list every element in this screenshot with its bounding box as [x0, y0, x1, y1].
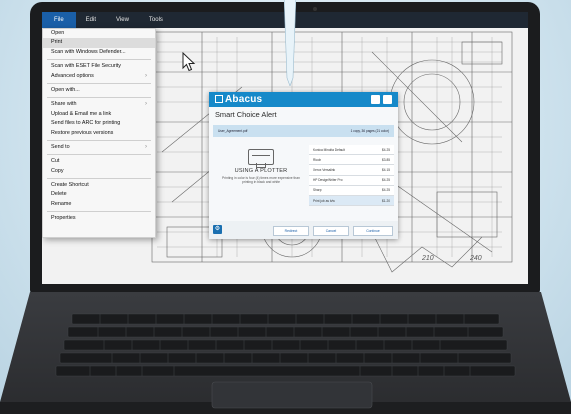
callout-pointer — [284, 0, 296, 86]
printer-option[interactable]: Sharp $4.25 — [309, 185, 394, 196]
menu-item-copy[interactable]: Copy — [43, 167, 155, 176]
menu-separator — [47, 178, 151, 180]
menu-tab-edit[interactable]: Edit — [76, 12, 106, 28]
menu-separator — [47, 97, 151, 99]
menu-item-scan-defender[interactable]: Scan with Windows Defender... — [43, 48, 155, 57]
menu-item-share-with[interactable]: Share with › — [43, 100, 155, 109]
menu-item-label: Share with — [51, 101, 77, 108]
abacus-logo: Abacus — [215, 94, 262, 105]
plotter-tip-panel: USING A PLOTTER Printing in color is fou… — [213, 145, 309, 203]
job-filename: User_Agreement.pdf — [218, 129, 248, 133]
continue-button[interactable]: Continue — [353, 226, 393, 236]
menu-item-open[interactable]: Open — [43, 29, 155, 38]
menu-item-send-to[interactable]: Send to › — [43, 143, 155, 152]
menu-item-properties[interactable]: Properties — [43, 214, 155, 223]
printer-option-price: $4.25 — [382, 178, 390, 183]
printer-option-price: $3.85 — [382, 157, 390, 162]
menu-item-upload-email[interactable]: Upload & Email me a link — [43, 110, 155, 119]
mouse-cursor-icon — [182, 52, 196, 72]
printer-options-list: Konica Minolta Default $4.25 Ricoh $3.85 X… — [309, 145, 394, 207]
dialog-footer: ⚙ Redirect Cancel Continue — [209, 221, 398, 239]
menu-item-open-with[interactable]: Open with... — [43, 86, 155, 95]
file-menu: Open Print Scan with Windows Defender...… — [42, 28, 156, 238]
printer-option[interactable]: HP DesignWriter Pro $4.25 — [309, 175, 394, 186]
chevron-right-icon: › — [145, 101, 147, 108]
menu-item-cut[interactable]: Cut — [43, 157, 155, 166]
menu-separator — [47, 154, 151, 156]
menu-tab-file[interactable]: File — [42, 12, 76, 28]
menu-item-scan-eset[interactable]: Scan with ESET File Security — [43, 62, 155, 71]
menu-separator — [47, 139, 151, 141]
svg-text:240: 240 — [469, 255, 482, 262]
menu-item-delete[interactable]: Delete — [43, 190, 155, 199]
settings-icon[interactable] — [383, 95, 392, 104]
menu-separator — [47, 59, 151, 61]
printer-option-price: $4.25 — [382, 147, 390, 152]
menu-tab-tools[interactable]: Tools — [139, 12, 173, 28]
menu-item-create-shortcut[interactable]: Create Shortcut — [43, 181, 155, 190]
abacus-logo-icon — [215, 95, 223, 103]
menu-tab-view[interactable]: View — [106, 12, 139, 28]
menu-item-advanced-options[interactable]: Advanced options › — [43, 72, 155, 81]
plotter-description: Printing in color is four (4) times more… — [222, 176, 300, 185]
job-info: 1 copy, 36 pages (21 color) — [350, 129, 389, 133]
brand-name: Abacus — [225, 94, 263, 105]
printer-option-label: Sharp — [313, 188, 322, 193]
dialog-header: Abacus — [209, 92, 398, 107]
laptop-keyboard-base — [0, 292, 571, 414]
dialog-body: USING A PLOTTER Printing in color is fou… — [213, 145, 394, 207]
redirect-button[interactable]: Redirect — [273, 226, 309, 236]
menu-separator — [47, 82, 151, 84]
printer-option-label: HP DesignWriter Pro — [313, 178, 343, 183]
printer-option-label: Ricoh — [313, 157, 322, 162]
folder-icon[interactable] — [371, 95, 380, 104]
printer-option-price: $4.25 — [382, 188, 390, 193]
menu-item-rename[interactable]: Rename — [43, 200, 155, 209]
plotter-icon — [248, 149, 274, 168]
printer-option[interactable]: Xerox Versalink $4.15 — [309, 165, 394, 176]
printer-option[interactable]: Konica Minolta Default $4.25 — [309, 145, 394, 156]
printer-option-label: Print job as b/w — [313, 198, 335, 203]
plotter-heading: USING A PLOTTER — [234, 168, 288, 174]
menu-item-restore-versions[interactable]: Restore previous versions — [43, 129, 155, 138]
printer-option-price: $4.15 — [382, 167, 390, 172]
gear-icon[interactable]: ⚙ — [213, 225, 222, 234]
printer-option-price: $1.20 — [382, 198, 390, 203]
menu-item-send-to-arc[interactable]: Send files to ARC for printing — [43, 119, 155, 128]
menu-item-label: Advanced options — [51, 72, 94, 79]
dialog-title: Smart Choice Alert — [215, 110, 277, 119]
menu-separator — [47, 211, 151, 213]
menu-item-label: Send to — [51, 143, 70, 150]
menu-item-print[interactable]: Print — [43, 38, 155, 48]
chevron-right-icon: › — [145, 72, 147, 79]
printer-option-label: Konica Minolta Default — [313, 147, 345, 152]
cancel-button[interactable]: Cancel — [313, 226, 349, 236]
printer-option[interactable]: Ricoh $3.85 — [309, 155, 394, 166]
smart-choice-dialog: Abacus Smart Choice Alert User_Agreement… — [209, 92, 398, 239]
chevron-right-icon: › — [145, 143, 147, 150]
printer-option-label: Xerox Versalink — [313, 167, 336, 172]
webcam — [313, 7, 317, 11]
svg-text:210: 210 — [421, 255, 434, 262]
print-job-summary: User_Agreement.pdf 1 copy, 36 pages (21 … — [213, 125, 394, 137]
printer-option-selected[interactable]: Print job as b/w $1.20 — [309, 195, 394, 207]
